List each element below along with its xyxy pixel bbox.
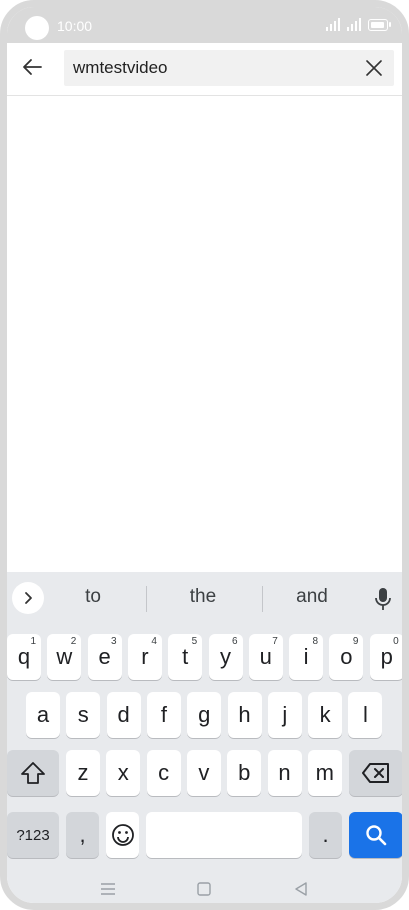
signal-icon-2 (347, 18, 361, 31)
key-c[interactable]: c (146, 750, 181, 796)
key-v[interactable]: v (186, 750, 221, 796)
suggestion-bar: to the and (7, 572, 402, 622)
microphone-icon (375, 588, 391, 610)
search-icon (366, 825, 387, 846)
voice-input-button[interactable] (368, 584, 398, 614)
nav-back-button[interactable] (286, 874, 316, 903)
battery-icon (368, 18, 391, 31)
key-number-hint: 7 (272, 636, 278, 647)
phone-frame: 10:00 wmtestvideo to the and q 1 w 2 e 3… (0, 0, 409, 910)
period-key[interactable]: . (309, 812, 342, 858)
back-button[interactable] (15, 49, 51, 85)
search-input[interactable] (64, 50, 354, 86)
key-i[interactable]: i8 (289, 634, 324, 680)
status-time: 10:00 (57, 18, 93, 34)
key-y[interactable]: y6 (208, 634, 243, 680)
key-o[interactable]: o9 (329, 634, 364, 680)
key-l[interactable]: l (348, 692, 383, 738)
comma-key[interactable]: , (66, 812, 99, 858)
key-number-hint: 1 (30, 636, 36, 647)
key-label: y (220, 644, 231, 669)
key-label: w (56, 644, 73, 669)
key-m[interactable]: m (307, 750, 342, 796)
menu-icon (101, 883, 115, 895)
emoji-key[interactable] (106, 812, 139, 858)
navigation-bar (7, 860, 402, 903)
key-d[interactable]: d (106, 692, 141, 738)
key-label: p (380, 644, 393, 669)
symbols-key[interactable]: ?123 (7, 812, 59, 858)
shift-icon (21, 762, 45, 784)
triangle-back-icon (295, 882, 307, 896)
status-bar: 10:00 (7, 7, 402, 43)
search-key[interactable] (349, 812, 402, 858)
key-label: u (259, 644, 272, 669)
key-number-hint: 6 (231, 636, 238, 647)
key-number-hint: 2 (70, 636, 77, 647)
arrow-left-icon (23, 59, 42, 75)
shift-key[interactable] (7, 750, 59, 796)
key-e[interactable]: e3 (87, 634, 122, 680)
backspace-key[interactable] (349, 750, 402, 796)
nav-menu-button[interactable] (93, 874, 123, 903)
key-p[interactable]: p0 (369, 634, 402, 680)
signal-icon (326, 18, 340, 31)
status-icons (326, 18, 391, 31)
key-number-hint: 4 (151, 636, 157, 647)
key-s[interactable]: s (66, 692, 101, 738)
camera-cutout (25, 16, 49, 40)
clear-button[interactable] (360, 54, 388, 82)
key-number-hint: 3 (111, 636, 117, 647)
key-label: e (98, 644, 111, 669)
chevron-right-icon (25, 592, 32, 604)
nav-home-button[interactable] (189, 874, 219, 903)
key-label: t (182, 644, 189, 669)
key-h[interactable]: h (227, 692, 262, 738)
key-label: i (303, 644, 309, 669)
key-g[interactable]: g (187, 692, 222, 738)
close-icon (366, 60, 382, 76)
suggestion-2[interactable]: the (153, 586, 253, 608)
results-area (7, 96, 402, 572)
key-label: q (17, 644, 31, 669)
key-q[interactable]: q1 (7, 634, 41, 680)
key-label: o (340, 644, 353, 669)
key-label: r (141, 644, 149, 669)
key-f[interactable]: f (146, 692, 181, 738)
key-k[interactable]: k (308, 692, 343, 738)
key-w[interactable]: w2 (47, 634, 82, 680)
suggestion-3[interactable]: and (262, 586, 362, 608)
suggestion-divider (146, 586, 147, 612)
space-key[interactable] (146, 812, 302, 858)
search-box (64, 50, 394, 86)
key-x[interactable]: x (106, 750, 141, 796)
key-t[interactable]: t5 (168, 634, 203, 680)
backspace-icon (362, 763, 389, 783)
suggestion-1[interactable]: to (43, 586, 143, 608)
key-z[interactable]: z (66, 750, 100, 796)
key-n[interactable]: n (267, 750, 302, 796)
keyboard-expand-button[interactable] (12, 582, 44, 614)
key-r[interactable]: r4 (127, 634, 162, 680)
keyboard: to the and q1w2e3r4t5y6u7i8o9p0 asdfghjk… (7, 572, 402, 860)
key-number-hint: 8 (312, 636, 319, 647)
square-icon (197, 882, 211, 896)
key-number-hint: 5 (191, 636, 198, 647)
key-u[interactable]: u7 (248, 634, 283, 680)
key-number-hint: 9 (352, 636, 359, 647)
key-b[interactable]: b (227, 750, 262, 796)
key-number-hint: 0 (393, 636, 399, 647)
key-j[interactable]: j (267, 692, 302, 738)
key-a[interactable]: a (26, 692, 60, 738)
search-header (7, 43, 402, 96)
emoji-icon (111, 824, 134, 846)
